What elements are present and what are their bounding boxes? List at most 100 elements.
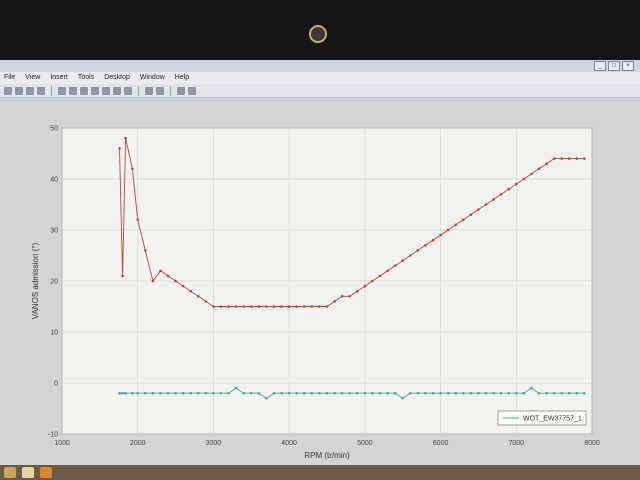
y-tick-label: 40 xyxy=(50,177,58,184)
data-point xyxy=(131,391,134,395)
media-icon[interactable] xyxy=(40,467,52,478)
data-point xyxy=(492,198,495,201)
data-point xyxy=(118,147,121,150)
data-point xyxy=(287,391,291,395)
data-point xyxy=(242,305,246,308)
x-tick-label: 8000 xyxy=(584,440,600,447)
data-point xyxy=(469,213,473,216)
laptop-bezel xyxy=(0,0,640,62)
x-axis-label: RPM (tr/min) xyxy=(304,451,350,460)
data-point xyxy=(454,391,458,395)
data-point xyxy=(552,157,556,160)
data-point xyxy=(325,305,329,308)
data-point xyxy=(514,391,518,395)
data-point xyxy=(575,391,579,395)
data-point xyxy=(424,391,427,395)
data-point xyxy=(348,295,352,298)
data-point xyxy=(386,269,389,273)
data-point xyxy=(204,391,208,395)
chart: 1000 2000 3000 4000 5000 6000 7000 8000 50 40 30 2… xyxy=(31,126,600,461)
data-point xyxy=(121,391,124,395)
data-point xyxy=(446,228,450,232)
data-point xyxy=(537,167,541,171)
data-point xyxy=(318,391,321,395)
data-point xyxy=(159,391,162,395)
data-point xyxy=(484,203,488,206)
data-point xyxy=(318,305,321,308)
data-point xyxy=(234,386,238,390)
legend-entry: WOT_EW37757_1 xyxy=(523,416,582,423)
data-point xyxy=(401,259,405,262)
x-tick-label: 7000 xyxy=(508,440,524,447)
data-point xyxy=(363,284,367,288)
document-icon[interactable] xyxy=(22,467,34,478)
x-axis-ticks: 1000 2000 3000 4000 5000 6000 7000 8000 xyxy=(54,440,600,447)
data-point xyxy=(507,187,511,191)
data-point xyxy=(280,305,283,308)
data-point xyxy=(371,391,374,395)
data-point xyxy=(196,391,200,395)
y-tick-label: 30 xyxy=(50,228,58,235)
data-point xyxy=(439,233,442,237)
data-point xyxy=(295,391,299,395)
y-tick-label: 10 xyxy=(50,330,58,337)
data-point xyxy=(333,300,336,303)
data-point xyxy=(552,391,556,395)
data-point xyxy=(348,391,352,395)
data-point xyxy=(136,218,140,222)
data-point xyxy=(143,391,147,395)
data-point xyxy=(325,391,329,395)
data-point xyxy=(295,305,299,308)
y-axis-ticks: 50 40 30 20 10 0 -10 xyxy=(48,126,58,439)
taskbar xyxy=(0,465,640,480)
explorer-icon[interactable] xyxy=(4,467,16,478)
data-point xyxy=(166,391,170,395)
data-point xyxy=(249,305,253,308)
data-point xyxy=(575,157,579,160)
data-point xyxy=(166,274,170,278)
data-point xyxy=(583,157,586,160)
data-point xyxy=(340,295,344,298)
x-tick-label: 4000 xyxy=(281,440,297,447)
data-point xyxy=(522,177,526,181)
data-point xyxy=(431,391,435,395)
data-point xyxy=(227,305,230,308)
data-point xyxy=(302,391,306,395)
legend: WOT_EW37757_1 xyxy=(497,410,587,426)
data-point xyxy=(408,254,412,257)
data-point xyxy=(378,274,382,278)
x-tick-label: 1000 xyxy=(54,440,70,447)
data-point xyxy=(189,289,193,293)
data-point xyxy=(454,223,458,227)
data-point xyxy=(355,289,359,293)
data-point xyxy=(196,295,200,298)
data-point xyxy=(131,167,134,171)
data-point xyxy=(545,391,548,395)
data-point xyxy=(499,193,503,196)
data-point xyxy=(477,391,480,395)
data-point xyxy=(219,305,223,308)
data-point xyxy=(189,391,193,395)
data-point xyxy=(492,391,495,395)
data-point xyxy=(249,391,253,395)
data-point xyxy=(234,305,238,308)
y-tick-label: -10 xyxy=(48,432,58,439)
data-point xyxy=(280,391,283,395)
data-point xyxy=(212,305,215,308)
data-point xyxy=(265,305,268,308)
y-tick-label: 50 xyxy=(50,126,58,133)
data-point xyxy=(124,391,127,395)
data-point xyxy=(446,391,450,395)
data-point xyxy=(151,279,155,283)
data-point xyxy=(567,157,571,160)
data-point xyxy=(477,208,480,211)
data-point xyxy=(439,391,442,395)
data-point xyxy=(265,397,268,400)
data-point xyxy=(507,391,511,395)
data-point xyxy=(333,391,336,395)
data-point xyxy=(514,182,518,186)
data-point xyxy=(530,172,533,176)
data-point xyxy=(363,391,367,395)
y-axis-label: VANOS admission (°) xyxy=(31,242,40,319)
webcam-icon xyxy=(309,25,327,43)
